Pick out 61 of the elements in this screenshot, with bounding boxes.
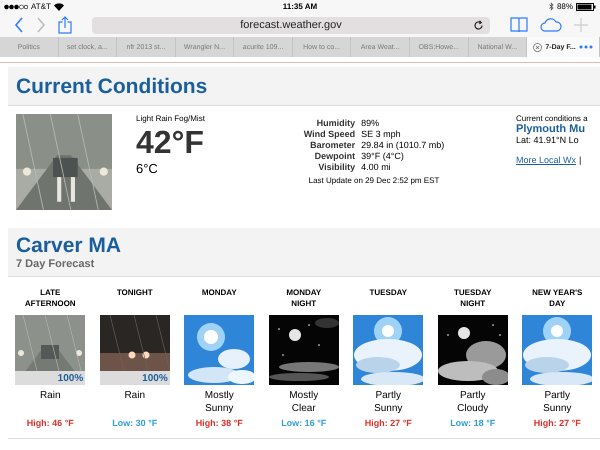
forecast-temperature: High: 46 °F (26, 418, 74, 428)
forecast-temperature: High: 27 °F (364, 418, 412, 428)
section-subtitle: 7 Day Forecast (16, 258, 96, 270)
back-icon[interactable] (14, 17, 24, 33)
period-name: MONDAY (202, 287, 237, 299)
detail-value: 39°F (4°C) (361, 151, 405, 161)
detail-value: 4.00 mi (361, 162, 392, 172)
forecast-summary: Rain (124, 389, 146, 403)
wifi-icon (54, 2, 64, 10)
forecast-summary: Mostly Clear (289, 389, 318, 416)
detail-label: Visibility (317, 162, 356, 172)
detail-label: Barometer (309, 140, 356, 150)
reload-icon[interactable] (473, 20, 484, 30)
url-text: forecast.weather.gov (240, 19, 342, 31)
coordinates: Lat: 41.91°N Lo (516, 135, 580, 145)
close-icon[interactable] (533, 42, 542, 52)
condition-summary: Light Rain Fog/Mist (136, 114, 206, 123)
precipitation-chance: 100% (58, 373, 84, 384)
forecast-summary: Rain (40, 389, 61, 403)
temperature-fahrenheit: 42°F (136, 123, 205, 161)
period-name: TUESDAY NIGHT (454, 287, 492, 310)
forecast-temperature: Low: 18 °F (450, 418, 496, 428)
period-name: TONIGHT (116, 287, 153, 299)
more-icon[interactable] (578, 45, 593, 49)
clock-time: 11:35 AM (282, 2, 318, 11)
location-title: Carver MA (16, 234, 122, 258)
forecast-temperature: Low: 16 °F (281, 418, 326, 428)
detail-value: 89% (361, 118, 380, 128)
signal-icon (4, 4, 28, 10)
forecast-summary: Partly Sunny (374, 389, 402, 416)
battery-percent: 88% (556, 2, 573, 11)
station-intro: Current conditions a (516, 114, 589, 123)
precipitation-chance: 100% (142, 373, 168, 384)
last-update: Last Update on 29 Dec 2:52 pm EST (308, 176, 440, 185)
period-name: NEW YEAR'S DAY (532, 287, 582, 310)
bluetooth-icon (548, 2, 554, 11)
detail-value: 29.84 in (1010.7 mb) (361, 140, 444, 150)
forecast-temperature: High: 38 °F (196, 418, 243, 428)
forecast-summary: Mostly Sunny (204, 389, 234, 416)
period-name: TUESDAY (370, 287, 407, 299)
detail-label: Wind Speed (304, 129, 356, 139)
section-title: Current Conditions (16, 75, 208, 99)
more-local-link[interactable]: More Local Wx (516, 155, 576, 165)
period-name: MONDAY NIGHT (286, 287, 322, 310)
detail-value: SE 3 mph (361, 129, 402, 139)
carrier-label: AT&T (31, 2, 51, 11)
separator-text: | (579, 155, 582, 165)
forecast-temperature: Low: 30 °F (112, 418, 158, 428)
temperature-celsius: 6°C (136, 161, 159, 176)
address-bar[interactable]: forecast.weather.gov (92, 16, 490, 34)
book-icon[interactable] (510, 17, 528, 33)
period-name: LATE AFTERNOON (24, 287, 76, 310)
share-icon[interactable] (58, 16, 72, 34)
station-name: Plymouth Mu (516, 123, 586, 135)
battery-icon (576, 2, 596, 10)
detail-label: Dewpoint (314, 151, 356, 161)
forecast-summary: Partly Cloudy (457, 389, 488, 416)
cloud-icon[interactable] (540, 18, 562, 32)
forecast-summary: Partly Sunny (543, 389, 572, 416)
forecast-temperature: High: 27 °F (534, 418, 581, 428)
detail-label: Humidity (316, 118, 356, 128)
